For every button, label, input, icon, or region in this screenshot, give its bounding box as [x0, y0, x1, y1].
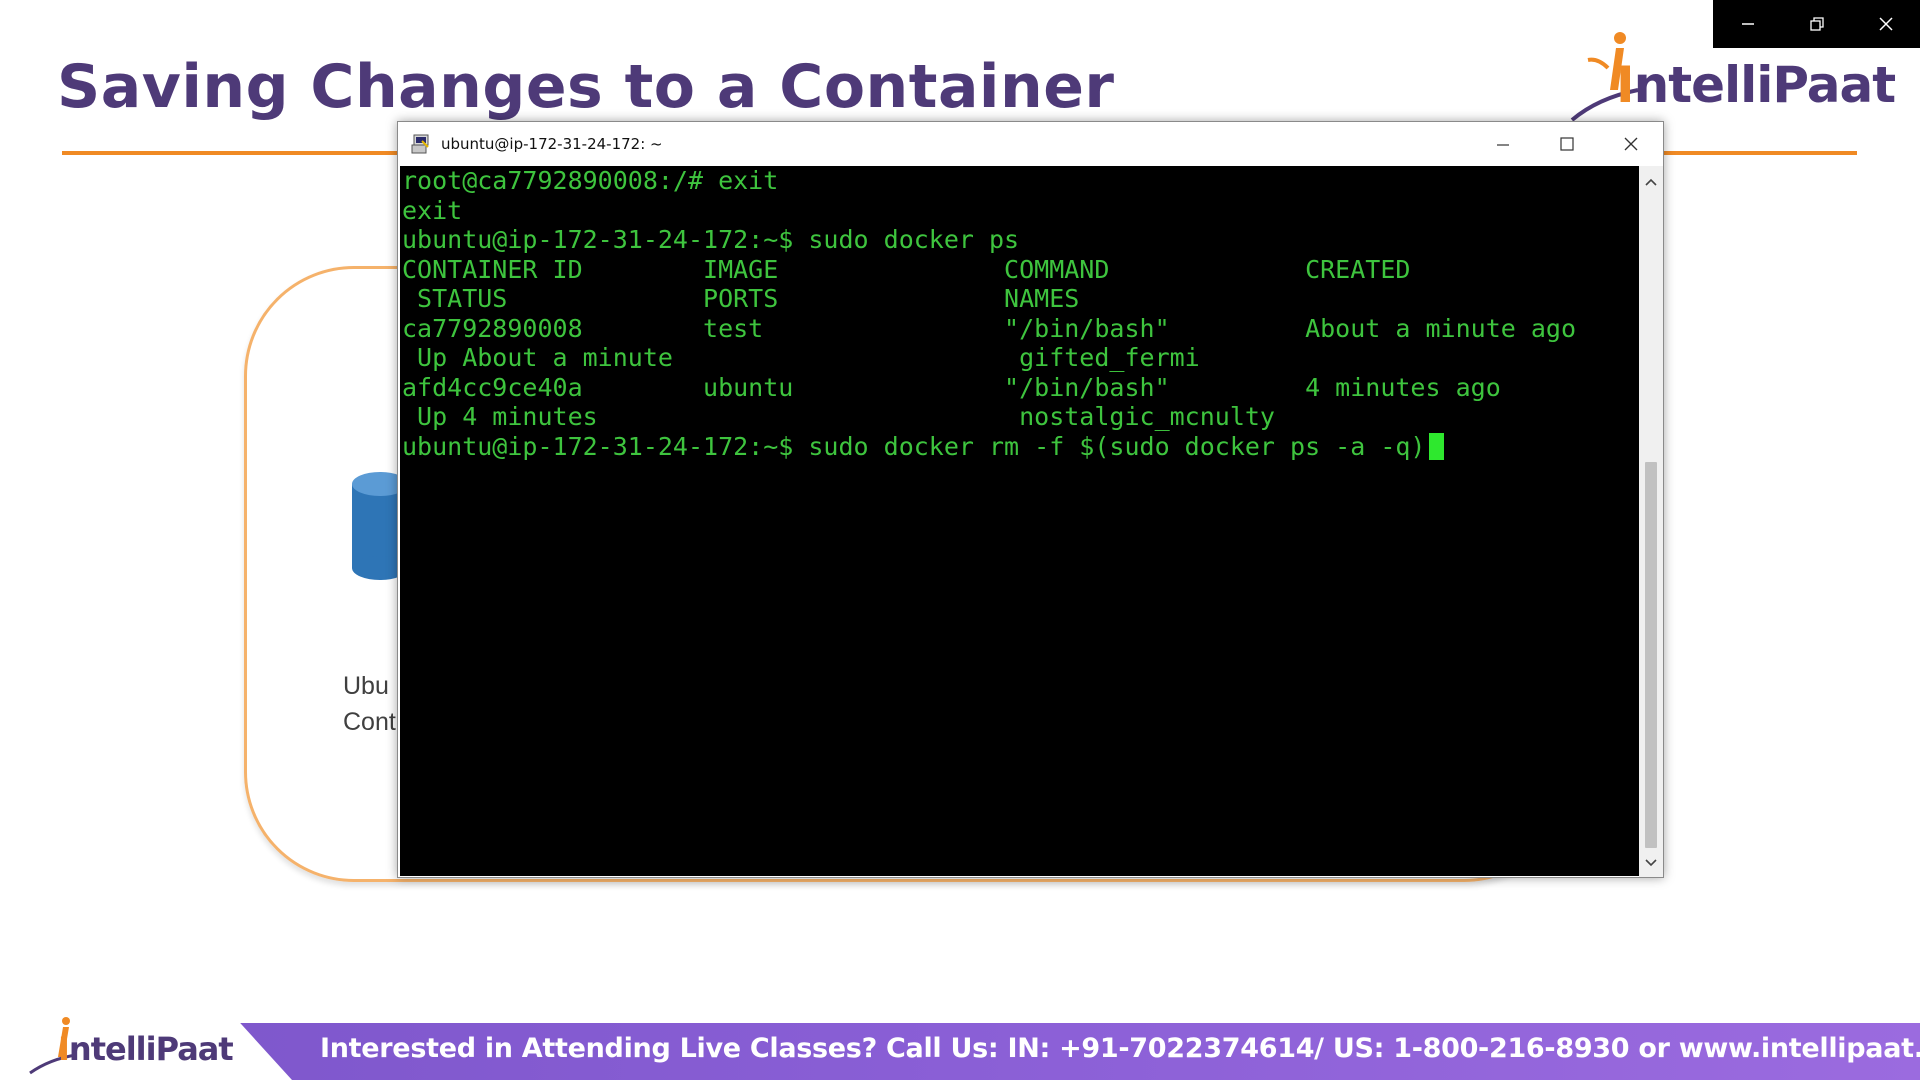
terminal-output[interactable]: root@ca7792890008:/# exit exit ubuntu@ip… — [400, 166, 1639, 876]
terminal-window-controls — [1471, 122, 1663, 166]
terminal-line: root@ca7792890008:/# exit — [402, 166, 779, 195]
restore-button[interactable] — [1782, 0, 1851, 48]
terminal-line: Up 4 minutes nostalgic_mcnulty — [402, 402, 1275, 431]
close-icon — [1624, 137, 1638, 151]
text-cursor — [1428, 432, 1444, 460]
scroll-up-button[interactable] — [1639, 170, 1663, 194]
minimize-button[interactable] — [1713, 0, 1782, 48]
terminal-scrollbar[interactable] — [1639, 166, 1663, 877]
scroll-down-button[interactable] — [1639, 851, 1663, 875]
chevron-down-icon — [1645, 859, 1657, 867]
terminal-minimize-button[interactable] — [1471, 122, 1535, 166]
scrollbar-thumb[interactable] — [1645, 462, 1657, 848]
terminal-title: ubuntu@ip-172-31-24-172: ~ — [441, 135, 663, 153]
slide-title: Saving Changes to a Container — [57, 52, 1115, 122]
terminal-prompt-line[interactable]: ubuntu@ip-172-31-24-172:~$ sudo docker r… — [400, 432, 1639, 462]
terminal-line: STATUS PORTS NAMES — [402, 284, 1080, 313]
container-label-line: Cont — [343, 708, 396, 736]
banner-text: Interested in Attending Live Classes? Ca… — [320, 1033, 1920, 1064]
minimize-icon — [1497, 144, 1509, 146]
terminal-titlebar[interactable]: ubuntu@ip-172-31-24-172: ~ — [398, 122, 1663, 166]
terminal-line: Up About a minute gifted_fermi — [402, 343, 1200, 372]
chevron-up-icon — [1645, 178, 1657, 186]
putty-icon — [411, 134, 429, 154]
banner-logo: IntelliPaat — [28, 1013, 234, 1077]
terminal-line: exit — [402, 195, 463, 225]
terminal-maximize-button[interactable] — [1535, 122, 1599, 166]
promo-banner: IntelliPaat Interested in Attending Live… — [0, 1003, 1920, 1080]
terminal-line: afd4cc9ce40a ubuntu "/bin/bash" 4 minute… — [402, 372, 1501, 402]
terminal-line: CONTAINER ID IMAGE COMMAND CREATED — [402, 254, 1411, 284]
terminal-command: ubuntu@ip-172-31-24-172:~$ sudo docker r… — [402, 431, 1426, 461]
logo-text: IntelliPaat — [58, 1030, 234, 1068]
window-controls — [1713, 0, 1920, 48]
close-button[interactable] — [1851, 0, 1920, 48]
minimize-icon — [1741, 23, 1754, 25]
logo-text: IntelliPaat — [1616, 56, 1896, 114]
close-icon — [1878, 17, 1893, 31]
terminal-close-button[interactable] — [1599, 122, 1663, 166]
terminal-window[interactable]: ubuntu@ip-172-31-24-172: ~ root@ca779289… — [397, 121, 1664, 878]
container-label-line: Ubu — [343, 672, 389, 700]
container-label: Ubu Cont — [343, 668, 396, 740]
restore-icon — [1809, 17, 1824, 31]
terminal-line: ubuntu@ip-172-31-24-172:~$ sudo docker p… — [402, 225, 1020, 254]
maximize-icon — [1560, 137, 1574, 151]
terminal-line: ca7792890008 test "/bin/bash" About a mi… — [402, 313, 1576, 343]
